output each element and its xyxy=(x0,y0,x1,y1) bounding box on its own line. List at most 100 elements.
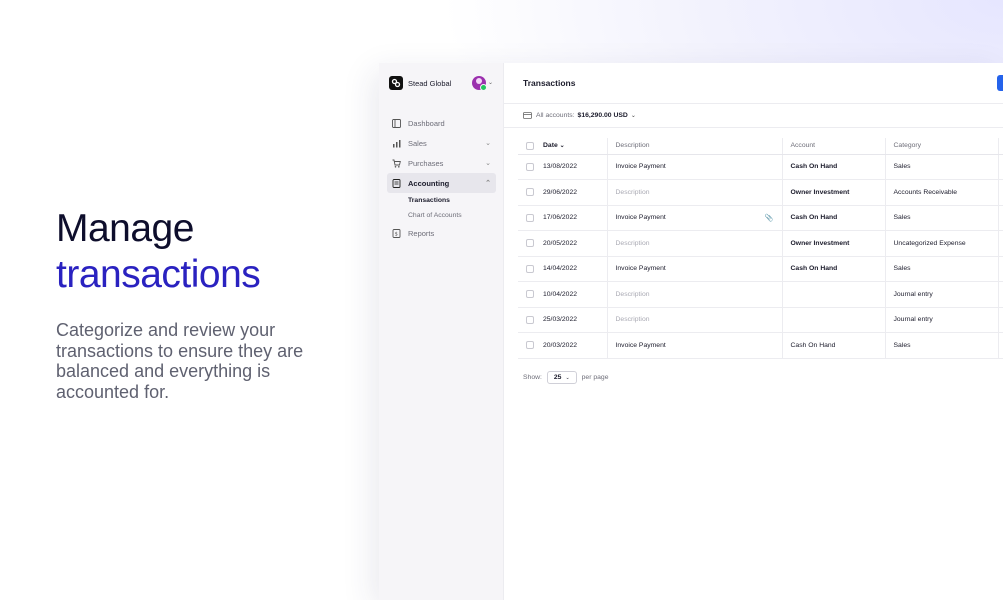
account-filter-value: $16,290.00 USD xyxy=(577,112,628,119)
paperclip-icon[interactable]: 📎 xyxy=(765,214,774,222)
chevron-down-icon: ⌄ xyxy=(485,140,491,147)
cell-description[interactable]: Description xyxy=(606,230,782,257)
row-select-cell xyxy=(518,332,535,359)
chevron-down-icon[interactable]: ⌄ xyxy=(488,79,493,86)
cell-category[interactable]: Uncategorized Expense xyxy=(884,230,998,257)
show-label: Show: xyxy=(523,374,542,381)
cell-date: 17/06/2022 xyxy=(535,205,607,231)
cell-description[interactable]: Description xyxy=(606,179,782,206)
cart-icon xyxy=(392,159,401,168)
sidebar-item-label: Purchases xyxy=(408,158,444,168)
transactions-table: Date ⌄ Description Account Category 13/0… xyxy=(518,138,1003,359)
cell-account[interactable] xyxy=(781,281,885,308)
hero-description: Categorize and review your transactions … xyxy=(56,320,304,402)
row-select-cell xyxy=(518,154,535,180)
ledger-icon xyxy=(392,178,401,188)
row-checkbox[interactable] xyxy=(526,290,534,299)
cell-category[interactable]: Sales xyxy=(884,154,998,180)
cell-category[interactable]: Journal entry xyxy=(884,281,998,308)
sidebar-item-reports[interactable]: $ Reports xyxy=(387,223,496,243)
org-switcher[interactable]: Stead Global xyxy=(389,76,451,90)
cell-account[interactable]: Owner Investment xyxy=(781,230,885,257)
hero-title: Manage transactions xyxy=(56,206,356,298)
table-row[interactable]: 20/05/2022 Description Owner Investment Unc… xyxy=(518,230,1003,257)
cell-description[interactable]: Invoice Payment 📎 xyxy=(606,205,782,231)
row-select-cell xyxy=(518,281,535,308)
sidebar-subitem-transactions[interactable]: Transactions xyxy=(408,193,496,208)
new-transaction-button[interactable] xyxy=(997,75,1003,91)
table-row[interactable]: 17/06/2022 Invoice Payment 📎 Cash On Hand Sa… xyxy=(518,205,1003,231)
sidebar-item-label: Reports xyxy=(408,228,435,238)
cell-account[interactable]: Cash On Hand xyxy=(781,154,885,180)
row-select-cell xyxy=(518,307,535,333)
sidebar-subitem-chart-of-accounts[interactable]: Chart of Accounts xyxy=(408,208,496,223)
account-filter[interactable]: All accounts: $16,290.00 USD ⌄ xyxy=(504,104,1003,128)
cell-extra xyxy=(997,256,1003,282)
row-checkbox[interactable] xyxy=(526,239,534,248)
cell-description[interactable]: Invoice Payment xyxy=(606,256,782,282)
sidebar-item-sales[interactable]: Sales ⌄ xyxy=(387,133,496,153)
pagination: Show: 25 ⌄ per page xyxy=(523,371,609,384)
sidebar-item-purchases[interactable]: Purchases ⌄ xyxy=(387,153,496,173)
org-name: Stead Global xyxy=(408,78,452,88)
table-row[interactable]: 20/03/2022 Invoice Payment Cash On Hand Sal… xyxy=(518,332,1003,359)
cell-description[interactable]: Description xyxy=(606,281,782,308)
table-row[interactable]: 25/03/2022 Description Journal entry xyxy=(518,307,1003,333)
cell-account[interactable]: Owner Investment xyxy=(781,179,885,206)
row-select-cell xyxy=(518,205,535,231)
sidebar-nav: Dashboard Sales ⌄ Purchases ⌄ Accounting… xyxy=(387,113,496,243)
cell-description[interactable]: Description xyxy=(606,307,782,333)
hero: Manage transactions Categorize and revie… xyxy=(56,206,356,402)
sidebar: Stead Global ⌄ Dashboard Sales ⌄ Purchas… xyxy=(379,63,504,600)
cell-date: 20/03/2022 xyxy=(535,332,607,359)
cell-description[interactable]: Invoice Payment xyxy=(606,332,782,359)
transactions-table-body: 13/08/2022 Invoice Payment Cash On Hand Sal… xyxy=(518,154,1003,359)
column-header-date[interactable]: Date ⌄ xyxy=(535,138,607,155)
select-all-checkbox[interactable] xyxy=(526,141,534,150)
cell-extra xyxy=(997,154,1003,180)
cell-category[interactable]: Accounts Receivable xyxy=(884,179,998,206)
table-row[interactable]: 13/08/2022 Invoice Payment Cash On Hand Sal… xyxy=(518,154,1003,180)
cell-category[interactable]: Sales xyxy=(884,256,998,282)
chevron-down-icon: ⌄ xyxy=(485,160,491,167)
cell-account[interactable]: Cash On Hand xyxy=(781,205,885,231)
row-checkbox[interactable] xyxy=(526,213,534,222)
sidebar-item-dashboard[interactable]: Dashboard xyxy=(387,113,496,133)
cell-category[interactable]: Sales xyxy=(884,332,998,359)
row-checkbox[interactable] xyxy=(526,264,534,273)
cell-extra xyxy=(997,179,1003,206)
sidebar-item-label: Dashboard xyxy=(408,118,445,128)
page-header: Transactions xyxy=(504,63,1003,104)
cell-date: 25/03/2022 xyxy=(535,307,607,333)
cell-description[interactable]: Invoice Payment xyxy=(606,154,782,180)
table-row[interactable]: 29/06/2022 Description Owner Investment Acc… xyxy=(518,179,1003,206)
cell-extra xyxy=(997,281,1003,308)
cell-extra xyxy=(997,230,1003,257)
sidebar-item-accounting[interactable]: Accounting ⌃ xyxy=(387,173,496,193)
cell-extra xyxy=(997,332,1003,359)
per-page-select[interactable]: 25 ⌄ xyxy=(546,371,577,384)
row-checkbox[interactable] xyxy=(526,188,534,197)
cell-account[interactable] xyxy=(781,307,885,333)
row-select-cell xyxy=(518,179,535,206)
column-header-description: Description xyxy=(606,138,782,155)
cell-category[interactable]: Sales xyxy=(884,205,998,231)
row-checkbox[interactable] xyxy=(526,162,534,171)
avatar[interactable] xyxy=(472,76,487,91)
sidebar-item-label: Sales xyxy=(408,138,427,148)
cell-date: 20/05/2022 xyxy=(535,230,607,257)
table-row[interactable]: 10/04/2022 Description Journal entry xyxy=(518,281,1003,308)
column-header-extra xyxy=(997,138,1003,155)
cell-date: 10/04/2022 xyxy=(535,281,607,308)
row-checkbox[interactable] xyxy=(526,315,534,324)
cell-account[interactable]: Cash On Hand xyxy=(781,332,885,359)
org-logo-icon xyxy=(389,76,403,90)
table-row[interactable]: 14/04/2022 Invoice Payment Cash On Hand Sal… xyxy=(518,256,1003,282)
sidebar-item-label: Accounting xyxy=(408,178,450,188)
chevron-down-icon: ⌄ xyxy=(565,375,570,381)
row-checkbox[interactable] xyxy=(526,341,534,350)
cell-category[interactable]: Journal entry xyxy=(884,307,998,333)
cell-account[interactable]: Cash On Hand xyxy=(781,256,885,282)
account-filter-label: All accounts: xyxy=(536,112,575,119)
report-icon: $ xyxy=(392,228,401,238)
